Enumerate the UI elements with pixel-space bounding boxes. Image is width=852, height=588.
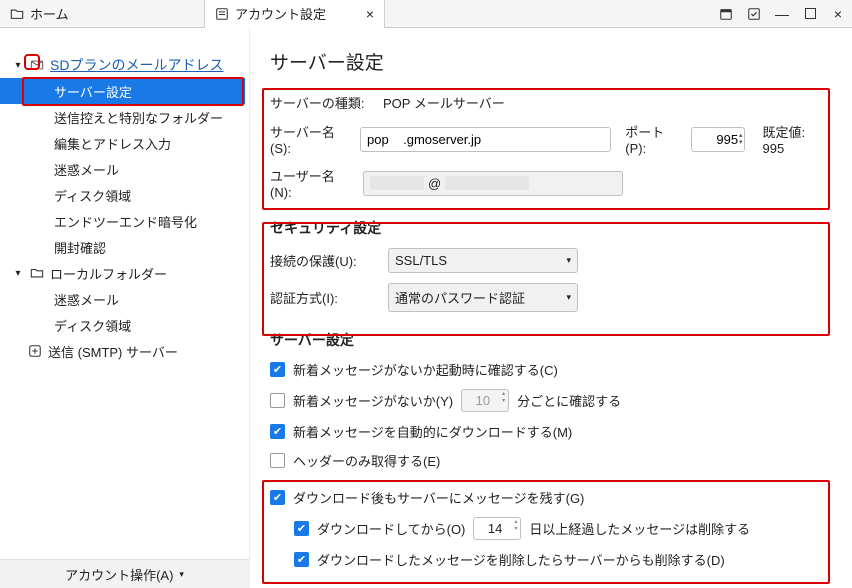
security-heading: セキュリティ設定 (270, 218, 828, 238)
window-maximize-icon[interactable] (796, 0, 824, 28)
port-spinner[interactable]: ▴▾ (733, 132, 748, 146)
settings-tab-icon (215, 7, 229, 21)
connection-security-value: SSL/TLS (395, 253, 447, 268)
checkbox-leave[interactable]: ✔ (270, 490, 285, 505)
checkbox-headers[interactable] (270, 453, 285, 468)
row-username: ユーザー名(N): @ (270, 166, 828, 200)
chevron-down-icon: ▾ (566, 255, 571, 266)
checkbox-interval[interactable] (270, 393, 285, 408)
connection-security-label: 接続の保護(U): (270, 251, 380, 270)
sidebar-item-e2e[interactable]: エンドツーエンド暗号化 (0, 208, 245, 234)
sidebar-item-disk[interactable]: ディスク領域 (0, 182, 245, 208)
chevron-down-icon[interactable]: ▾ (12, 60, 24, 71)
sidebar-item-receipts[interactable]: 開封確認 (0, 234, 245, 260)
account-actions-label: アカウント操作(A) (65, 565, 173, 584)
sidebar-item-composition[interactable]: 編集とアドレス入力 (0, 130, 245, 156)
tab-account-settings[interactable]: アカウント設定 × (205, 0, 385, 27)
toolbar-right: — × (712, 0, 852, 27)
port-label: ポート(P): (625, 122, 683, 156)
server-name-label: サーバー名(S): (270, 122, 352, 156)
server-settings-heading: サーバー設定 (270, 330, 828, 350)
highlight-security (262, 222, 830, 336)
tab-settings-label: アカウント設定 (235, 4, 326, 23)
sidebar: ▾ SDプランのメールアドレス サーバー設定 送信控えと特別なフォルダー 編集と… (0, 28, 250, 588)
row-server-name: サーバー名(S): ポート(P): ▴▾ 既定値: 995 (270, 122, 828, 156)
checkbox-leave-days-post: 日以上経過したメッセージは削除する (529, 519, 750, 538)
sidebar-item-server-settings[interactable]: サーバー設定 (0, 78, 245, 104)
content: サーバー設定 サーバーの種類: POP メールサーバー サーバー名(S): ポー… (250, 28, 852, 588)
row-check-leave-days: ✔ ダウンロードしてから(O) 14 日以上経過したメッセージは削除する (270, 517, 828, 540)
account-root-label: SDプランのメールアドレス (50, 55, 223, 75)
window-minimize-icon[interactable]: — (768, 0, 796, 28)
checkbox-delete-sync-label: ダウンロードしたメッセージを削除したらサーバーからも削除する(D) (317, 550, 725, 569)
interval-minutes-input[interactable]: 10 (461, 389, 509, 412)
checkbox-interval-pre: 新着メッセージがないか(Y) (293, 391, 453, 410)
server-type-label: サーバーの種類: (270, 93, 375, 112)
checkbox-autodownload[interactable]: ✔ (270, 424, 285, 439)
titlebar: ホーム アカウント設定 × — × (0, 0, 852, 28)
tree-local-root[interactable]: ▾ ローカルフォルダー (0, 260, 245, 286)
folder-icon (10, 7, 24, 21)
row-check-startup: ✔ 新着メッセージがないか起動時に確認する(C) (270, 360, 828, 379)
smtp-icon (28, 344, 42, 358)
row-connection-security: 接続の保護(U): SSL/TLS ▾ (270, 248, 828, 273)
tasks-icon[interactable] (740, 0, 768, 28)
chevron-down-icon: ▾ (566, 292, 571, 303)
checkbox-startup-label: 新着メッセージがないか起動時に確認する(C) (293, 360, 558, 379)
tree-smtp[interactable]: 送信 (SMTP) サーバー (0, 338, 245, 364)
checkbox-leave-label: ダウンロード後もサーバーにメッセージを残す(G) (293, 488, 584, 507)
sidebar-item-junk[interactable]: 迷惑メール (0, 156, 245, 182)
username-local (370, 176, 424, 190)
page-title: サーバー設定 (270, 48, 828, 75)
checkbox-delete-sync[interactable]: ✔ (294, 552, 309, 567)
username-input[interactable]: @ (363, 171, 623, 196)
row-server-type: サーバーの種類: POP メールサーバー (270, 93, 828, 112)
smtp-label: 送信 (SMTP) サーバー (48, 342, 178, 361)
auth-method-label: 認証方式(I): (270, 288, 380, 307)
tab-home-label: ホーム (30, 4, 69, 23)
leave-days-input[interactable]: 14 (473, 517, 521, 540)
sidebar-item-copies[interactable]: 送信控えと特別なフォルダー (0, 104, 245, 130)
row-check-headers: ヘッダーのみ取得する(E) (270, 451, 828, 470)
sidebar-item-local-disk[interactable]: ディスク領域 (0, 312, 245, 338)
local-root-label: ローカルフォルダー (50, 264, 167, 283)
tab-home[interactable]: ホーム (0, 0, 205, 27)
checkbox-interval-post: 分ごとに確認する (517, 391, 621, 410)
row-check-delete-sync: ✔ ダウンロードしたメッセージを削除したらサーバーからも削除する(D) (270, 550, 828, 569)
account-tree: ▾ SDプランのメールアドレス サーバー設定 送信控えと特別なフォルダー 編集と… (0, 52, 249, 559)
server-name-input[interactable] (360, 127, 611, 152)
sidebar-item-local-junk[interactable]: 迷惑メール (0, 286, 245, 312)
chevron-down-icon: ▾ (179, 569, 184, 580)
checkbox-leave-days-pre: ダウンロードしてから(O) (317, 519, 465, 538)
checkbox-headers-label: ヘッダーのみ取得する(E) (293, 451, 440, 470)
auth-method-value: 通常のパスワード認証 (395, 288, 525, 307)
spin-down-icon[interactable]: ▾ (733, 139, 748, 146)
checkbox-startup[interactable]: ✔ (270, 362, 285, 377)
chevron-down-icon[interactable]: ▾ (12, 268, 24, 279)
row-check-interval: 新着メッセージがないか(Y) 10 分ごとに確認する (270, 389, 828, 412)
checkbox-autodownload-label: 新着メッセージを自動的にダウンロードする(M) (293, 422, 572, 441)
sidebar-footer: アカウント操作(A) ▾ (0, 559, 249, 588)
username-domain (445, 176, 529, 190)
window-close-icon[interactable]: × (824, 0, 852, 28)
username-label: ユーザー名(N): (270, 166, 355, 200)
checkbox-leave-days[interactable]: ✔ (294, 521, 309, 536)
row-check-autodownload: ✔ 新着メッセージを自動的にダウンロードする(M) (270, 422, 828, 441)
row-auth-method: 認証方式(I): 通常のパスワード認証 ▾ (270, 283, 828, 312)
calendar-icon[interactable] (712, 0, 740, 28)
auth-method-select[interactable]: 通常のパスワード認証 ▾ (388, 283, 578, 312)
spin-up-icon[interactable]: ▴ (733, 132, 748, 139)
highlight-toggle (24, 54, 40, 70)
account-actions-button[interactable]: アカウント操作(A) ▾ (0, 560, 249, 588)
port-default-label: 既定値: 995 (763, 122, 829, 156)
server-type-value: POP メールサーバー (383, 93, 505, 112)
username-at: @ (428, 176, 441, 191)
close-tab-icon[interactable]: × (366, 6, 374, 22)
row-check-leave: ✔ ダウンロード後もサーバーにメッセージを残す(G) (270, 488, 828, 507)
connection-security-select[interactable]: SSL/TLS ▾ (388, 248, 578, 273)
folder-icon (30, 266, 44, 280)
